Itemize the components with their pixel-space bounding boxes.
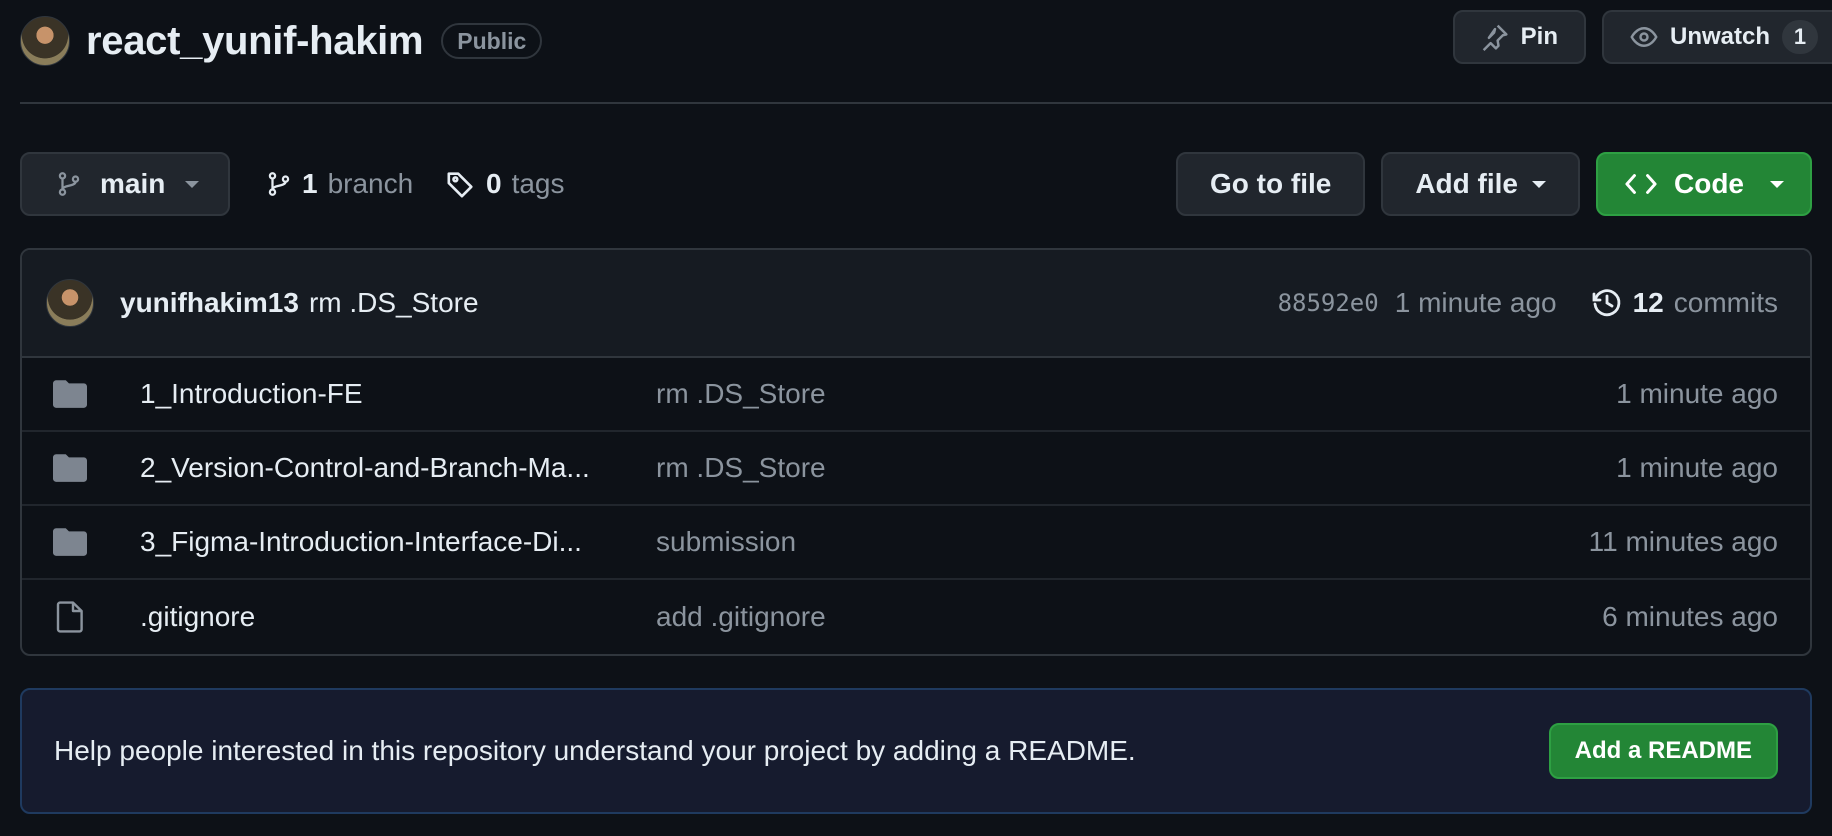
- commits-link[interactable]: 12 commits: [1591, 287, 1778, 319]
- file-icon: [52, 601, 88, 633]
- file-age: 1 minute ago: [1616, 378, 1778, 409]
- commit-sha[interactable]: 88592e0: [1278, 289, 1379, 317]
- commit-time: 1 minute ago: [1394, 287, 1557, 318]
- file-commit-message[interactable]: rm .DS_Store: [656, 452, 826, 484]
- header-divider: [20, 102, 1832, 104]
- file-name[interactable]: 1_Introduction-FE: [140, 378, 640, 410]
- chevron-down-icon: [185, 180, 200, 188]
- pin-icon: [1481, 23, 1509, 51]
- unwatch-label: Unwatch: [1669, 23, 1770, 50]
- unwatch-button[interactable]: Unwatch 1: [1601, 10, 1832, 64]
- branch-icon: [56, 169, 82, 199]
- code-button[interactable]: Code: [1596, 152, 1812, 216]
- history-icon: [1591, 287, 1623, 319]
- tags-link[interactable]: 0 tags: [446, 152, 565, 216]
- add-file-label: Add file: [1415, 168, 1518, 199]
- file-row[interactable]: .gitignore add .gitignore 6 minutes ago: [22, 580, 1810, 654]
- pin-label: Pin: [1520, 23, 1558, 50]
- file-name[interactable]: 2_Version-Control-and-Branch-Ma...: [140, 452, 640, 484]
- file-row[interactable]: 2_Version-Control-and-Branch-Ma... rm .D…: [22, 432, 1810, 506]
- branch-icon: [266, 169, 292, 199]
- branch-label: branch: [327, 168, 414, 199]
- readme-prompt-text: Help people interested in this repositor…: [54, 735, 1136, 766]
- eye-icon: [1630, 23, 1658, 51]
- branch-count: 1: [302, 168, 318, 199]
- file-name[interactable]: .gitignore: [140, 601, 640, 633]
- repo-name[interactable]: react_yunif-hakim: [86, 19, 424, 64]
- chevron-down-icon: [1532, 180, 1546, 188]
- code-label: Code: [1674, 168, 1744, 199]
- file-commit-message[interactable]: rm .DS_Store: [656, 378, 826, 410]
- file-age: 6 minutes ago: [1602, 601, 1778, 632]
- visibility-badge: Public: [441, 23, 543, 59]
- commit-message[interactable]: rm .DS_Store: [309, 287, 479, 319]
- file-row[interactable]: 1_Introduction-FE rm .DS_Store 1 minute …: [22, 358, 1810, 432]
- commits-label: commits: [1673, 287, 1778, 318]
- commit-author[interactable]: yunifhakim13: [120, 287, 299, 319]
- folder-icon: [52, 528, 88, 556]
- add-readme-button[interactable]: Add a README: [1548, 723, 1778, 779]
- file-row[interactable]: 3_Figma-Introduction-Interface-Di... sub…: [22, 506, 1810, 580]
- file-age: 1 minute ago: [1616, 452, 1778, 483]
- file-age: 11 minutes ago: [1588, 526, 1778, 557]
- latest-commit-bar: yunifhakim13 rm .DS_Store 88592e0 1 minu…: [22, 250, 1810, 358]
- code-icon: [1624, 169, 1658, 199]
- repo-toolbar: main 1 branch 0 tags Go to file Add file: [20, 152, 1812, 216]
- pin-button[interactable]: Pin: [1452, 10, 1586, 64]
- tag-label: tags: [511, 168, 565, 199]
- go-to-file-button[interactable]: Go to file: [1176, 152, 1366, 216]
- branches-link[interactable]: 1 branch: [266, 152, 413, 216]
- tag-count: 0: [486, 168, 502, 199]
- commit-author-avatar[interactable]: [46, 279, 94, 327]
- owner-avatar[interactable]: [20, 16, 70, 66]
- watch-count: 1: [1782, 20, 1818, 54]
- repo-header: react_yunif-hakim Public: [20, 14, 543, 68]
- toolbar-actions: Go to file Add file Code: [1176, 152, 1812, 216]
- go-to-file-label: Go to file: [1210, 168, 1332, 199]
- readme-banner: Help people interested in this repositor…: [20, 688, 1812, 814]
- commit-meta: 88592e0 1 minute ago 12 commits: [1278, 287, 1778, 319]
- add-file-button[interactable]: Add file: [1381, 152, 1580, 216]
- tag-icon: [446, 169, 476, 199]
- commit-count: 12: [1632, 287, 1664, 318]
- add-readme-label: Add a README: [1574, 737, 1752, 764]
- chevron-down-icon: [1770, 180, 1784, 188]
- file-name[interactable]: 3_Figma-Introduction-Interface-Di...: [140, 526, 640, 558]
- branch-name: main: [100, 168, 166, 199]
- file-commit-message[interactable]: submission: [656, 526, 796, 558]
- branch-selector[interactable]: main: [20, 152, 230, 216]
- file-browser: yunifhakim13 rm .DS_Store 88592e0 1 minu…: [20, 248, 1812, 656]
- folder-icon: [52, 380, 88, 408]
- file-commit-message[interactable]: add .gitignore: [656, 601, 826, 633]
- folder-icon: [52, 454, 88, 482]
- repo-header-actions: Pin Unwatch 1: [1452, 10, 1832, 64]
